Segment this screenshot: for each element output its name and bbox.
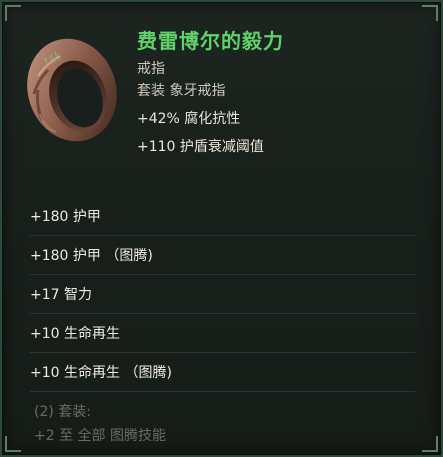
affix-row: +10 生命再生 （图腾) (30, 353, 415, 392)
frame-corner (422, 436, 438, 452)
item-header: 费雷博尔的毅力 戒指 套装 象牙戒指 +42% 腐化抗性 +110 护盾衰减阈值 (137, 28, 427, 158)
affix-row: +180 护甲 （图腾) (30, 236, 415, 275)
item-name: 费雷博尔的毅力 (137, 29, 284, 53)
item-tooltip: ᚠᛝᚱ 费雷博尔的毅力 戒指 套装 象牙戒指 +42% 腐化抗性 +110 护盾… (0, 0, 443, 457)
set-bonus-text: +2 至 全部 图腾技能 (34, 428, 166, 444)
set-bonus: (2) 套装: +2 至 全部 图腾技能 (34, 400, 166, 448)
implicit-stat: +110 护盾衰减阈值 (137, 139, 264, 155)
affix-row: +10 生命再生 (30, 314, 415, 353)
affix-row: +180 护甲 (30, 197, 415, 236)
frame-corner (422, 5, 438, 21)
implicit-stat: +42% 腐化抗性 (137, 111, 241, 127)
affix-row: +17 智力 (30, 275, 415, 314)
set-bonus-header: (2) 套装: (34, 404, 91, 420)
item-type: 戒指 (137, 61, 165, 77)
frame-corner (5, 5, 21, 21)
frame-corner (5, 436, 21, 452)
ring-icon: ᚠᛝᚱ (16, 24, 128, 164)
affix-list: +180 护甲 +180 护甲 （图腾) +17 智力 +10 生命再生 +10… (30, 197, 415, 392)
item-set-type: 套装 象牙戒指 (137, 83, 226, 99)
